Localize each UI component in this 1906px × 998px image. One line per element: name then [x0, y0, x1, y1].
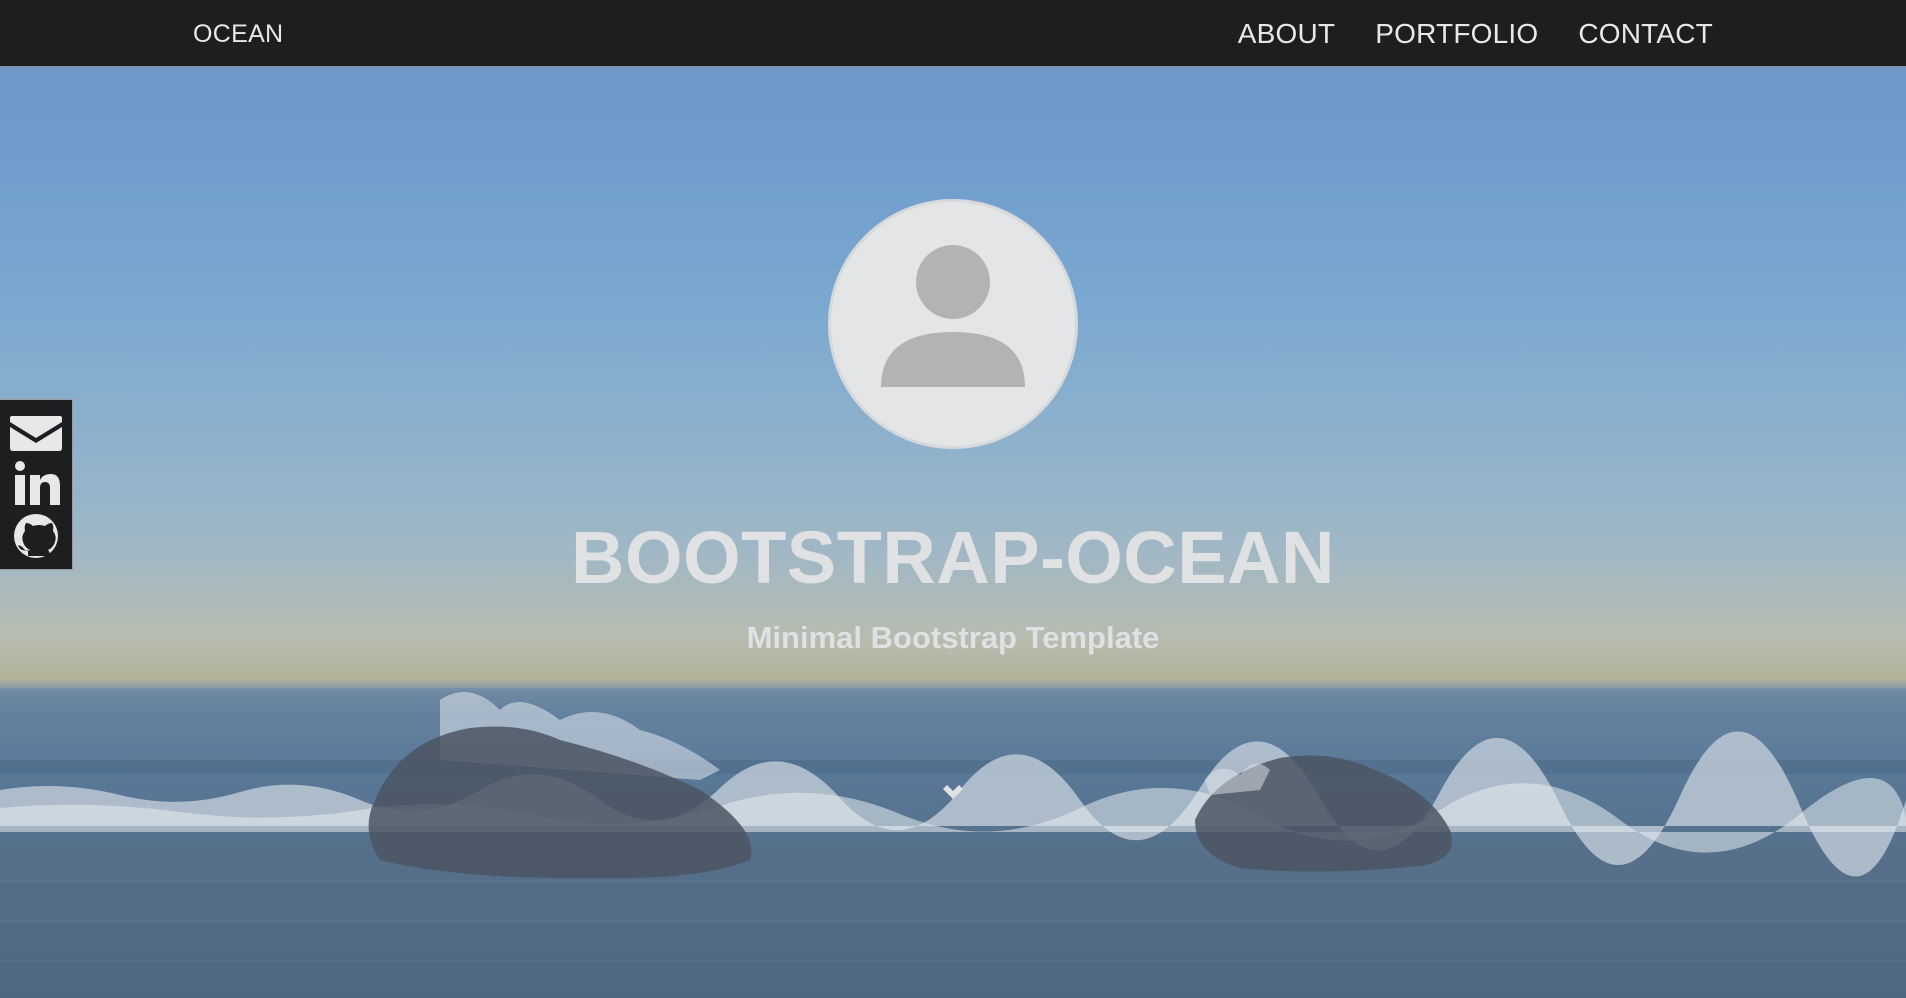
- page-subtitle: Minimal Bootstrap Template: [746, 620, 1160, 655]
- avatar: [828, 199, 1078, 449]
- brand-link[interactable]: OCEAN: [193, 20, 283, 49]
- chevron-down-icon[interactable]: [940, 780, 966, 806]
- nav-link-about[interactable]: ABOUT: [1238, 18, 1335, 50]
- social-sidebar: [0, 399, 73, 570]
- nav-link-portfolio[interactable]: PORTFOLIO: [1375, 18, 1538, 50]
- nav-links: ABOUT PORTFOLIO CONTACT: [1238, 18, 1713, 50]
- linkedin-icon[interactable]: [8, 460, 64, 508]
- envelope-icon[interactable]: [8, 408, 64, 456]
- ocean-scene: [0, 688, 1906, 962]
- page-title: BOOTSTRAP-OCEAN: [571, 516, 1335, 599]
- github-icon[interactable]: [8, 512, 64, 560]
- user-icon: [881, 245, 1025, 387]
- nav-link-contact[interactable]: CONTACT: [1578, 18, 1713, 50]
- navbar: OCEAN ABOUT PORTFOLIO CONTACT: [0, 0, 1906, 67]
- page: OCEAN ABOUT PORTFOLIO CONTACT BOOTSTRAP-…: [0, 0, 1906, 998]
- hero-background: [0, 0, 1906, 998]
